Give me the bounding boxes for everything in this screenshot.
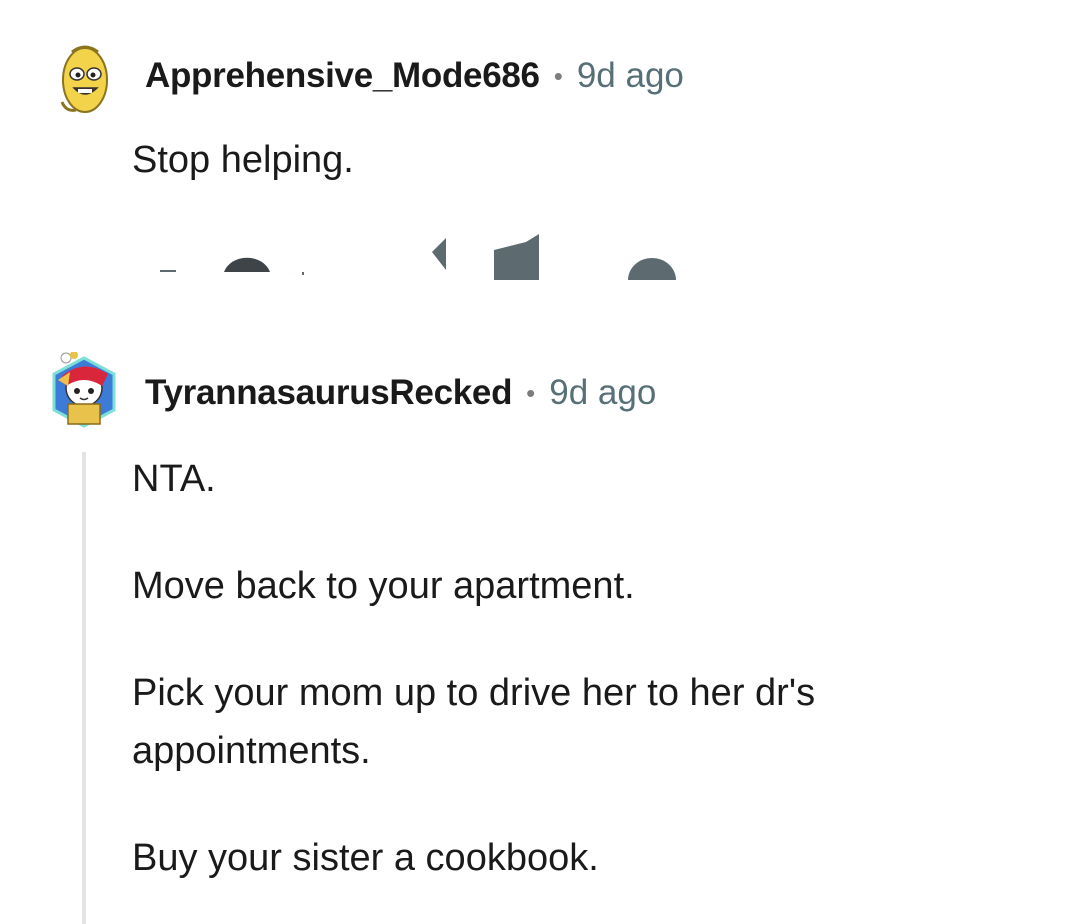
banana-avatar-icon [60, 45, 108, 113]
award-icon[interactable] [494, 234, 539, 280]
user-avatar[interactable] [52, 42, 118, 114]
username-link[interactable]: Apprehensive_Mode686 [145, 56, 540, 96]
meta-separator: • [553, 60, 563, 91]
timestamp: 9d ago [576, 56, 684, 95]
vote-count-icon [224, 257, 270, 272]
meta-separator: • [526, 377, 536, 408]
comment-paragraph: Buy your sister a cookbook. [132, 837, 599, 879]
more-options-icon[interactable] [628, 258, 676, 280]
username-link[interactable]: TyrannasaurusRecked [145, 373, 512, 413]
comment-action-bar [150, 232, 710, 282]
comment-meta: TyrannasaurusRecked • 9d ago [145, 373, 656, 413]
cat-samurai-avatar-icon [52, 351, 116, 428]
thread-collapse-line[interactable] [82, 452, 86, 924]
upvote-icon[interactable] [160, 270, 176, 272]
comment-body: NTA. Move back to your apartment. Pick y… [132, 450, 932, 887]
downvote-icon[interactable] [302, 272, 304, 275]
user-avatar[interactable] [50, 351, 116, 428]
timestamp: 9d ago [549, 373, 657, 412]
comment-paragraph: NTA. [132, 458, 216, 500]
comment-paragraph: Pick your mom up to drive her to her dr'… [132, 672, 816, 772]
comment-meta: Apprehensive_Mode686 • 9d ago [145, 56, 684, 96]
comment-paragraph: Stop helping. [132, 139, 354, 181]
reply-icon[interactable] [432, 238, 446, 270]
comment-paragraph: Move back to your apartment. [132, 565, 635, 607]
comment-body: Stop helping. [132, 131, 354, 189]
